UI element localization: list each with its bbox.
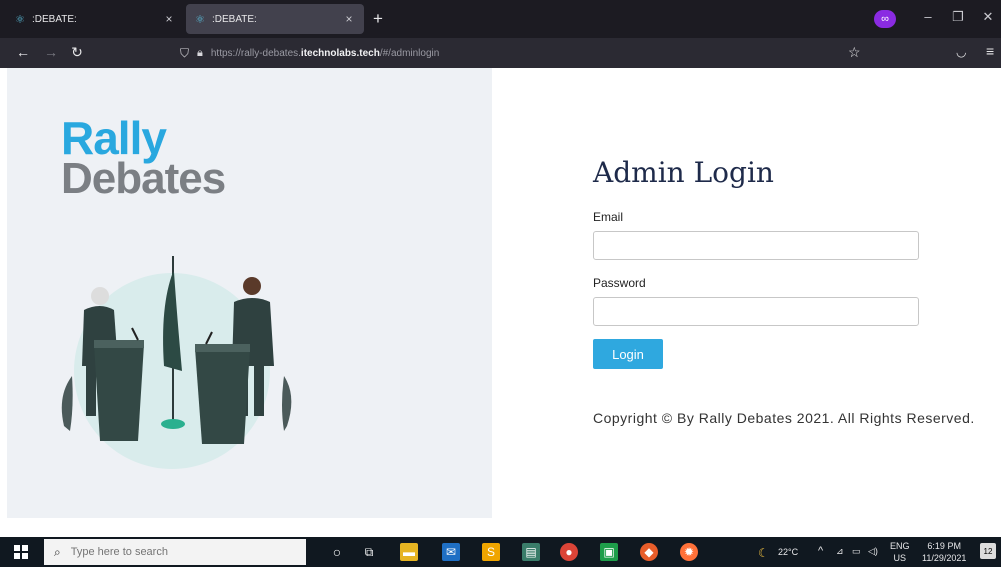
logo-line-2: Debates	[61, 154, 226, 204]
notification-center-icon[interactable]: 12	[980, 543, 996, 559]
browser-nav-bar: ← → ↻ ⛉ 🔒︎ https://rally-debates.itechno…	[0, 38, 1001, 68]
tracking-shield-icon[interactable]: ⛉	[180, 46, 189, 61]
email-field[interactable]	[593, 231, 919, 260]
copyright-text: Copyright © By Rally Debates 2021. All R…	[593, 410, 975, 426]
battery-icon[interactable]: ▭	[852, 546, 861, 557]
email-label: Email	[593, 210, 624, 224]
private-browsing-icon[interactable]: ∞	[874, 10, 896, 28]
temperature-text[interactable]: 22°C	[778, 547, 798, 557]
restore-icon[interactable]: ❐	[948, 9, 968, 25]
chrome-icon[interactable]: ●	[560, 543, 578, 561]
chevron-up-icon[interactable]: ^	[818, 545, 823, 557]
close-tab-icon[interactable]: ×	[342, 12, 356, 26]
taskbar-search-box[interactable]: ⌕	[44, 539, 306, 565]
login-button[interactable]: Login	[593, 339, 663, 369]
firefox-icon[interactable]: ✹	[680, 543, 698, 561]
clock[interactable]: 6:19 PM 11/29/2021	[922, 540, 966, 564]
password-label: Password	[593, 276, 646, 290]
hamburger-menu-icon[interactable]: ≡	[986, 43, 994, 59]
tab-title: :DEBATE:	[32, 13, 77, 25]
back-icon[interactable]: ←	[14, 44, 32, 60]
cortana-icon[interactable]: ○	[328, 543, 346, 561]
taskbar-search-input[interactable]	[68, 545, 273, 559]
app-orange-icon[interactable]: ◆	[640, 543, 658, 561]
forward-icon[interactable]: →	[42, 44, 60, 60]
tab-title: :DEBATE:	[212, 13, 257, 25]
rally-debates-logo: Rally Debates	[61, 115, 226, 204]
password-field[interactable]	[593, 297, 919, 326]
language-indicator[interactable]: ENG US	[890, 540, 910, 564]
address-bar[interactable]: ⛉ 🔒︎ https://rally-debates.itechnolabs.t…	[180, 42, 860, 64]
react-favicon-icon: ⚛	[195, 13, 205, 26]
pocket-icon[interactable]: ◡	[956, 45, 966, 59]
lock-icon[interactable]: 🔒︎	[197, 47, 203, 60]
search-icon: ⌕	[54, 544, 61, 559]
file-explorer-icon[interactable]: ▬	[400, 543, 418, 561]
weather-icon[interactable]: ☾	[758, 546, 769, 560]
sublime-text-icon[interactable]: S	[482, 543, 500, 561]
close-window-icon[interactable]: ✕	[978, 9, 998, 25]
mail-icon[interactable]: ✉	[442, 543, 460, 561]
terminal-icon[interactable]: ▤	[522, 543, 540, 561]
bookmark-star-icon[interactable]: ☆	[848, 44, 861, 61]
browser-tab-1[interactable]: ⚛ :DEBATE: ×	[6, 4, 184, 34]
page-title: Admin Login	[593, 156, 774, 189]
react-favicon-icon: ⚛	[15, 13, 25, 26]
network-icon[interactable]: ⊿	[836, 546, 844, 557]
minimize-icon[interactable]: –	[918, 9, 938, 24]
task-view-icon[interactable]: ⧉	[360, 543, 378, 561]
reload-icon[interactable]: ↻	[68, 44, 86, 61]
login-panel: Admin Login Email Password Login Copyrig…	[492, 68, 1001, 528]
windows-start-icon[interactable]	[14, 545, 28, 559]
new-tab-button[interactable]: +	[368, 9, 388, 29]
debate-illustration	[61, 256, 292, 469]
url-text[interactable]: https://rally-debates.itechnolabs.tech/#…	[211, 48, 439, 59]
close-tab-icon[interactable]: ×	[162, 12, 176, 26]
browser-tab-2-active[interactable]: ⚛ :DEBATE: ×	[186, 4, 364, 34]
illustration-panel: Rally Debates	[7, 68, 492, 518]
volume-icon[interactable]: ◁)	[868, 546, 878, 557]
windows-taskbar: ⌕ ○ ⧉ ▬ ✉ S ▤ ● ▣ ◆ ✹ ☾ 22°C ^ ⊿ ▭ ◁) EN…	[0, 537, 1001, 567]
app-green-icon[interactable]: ▣	[600, 543, 618, 561]
browser-tab-bar: ⚛ :DEBATE: × ⚛ :DEBATE: × + ∞ – ❐ ✕	[0, 0, 1001, 38]
